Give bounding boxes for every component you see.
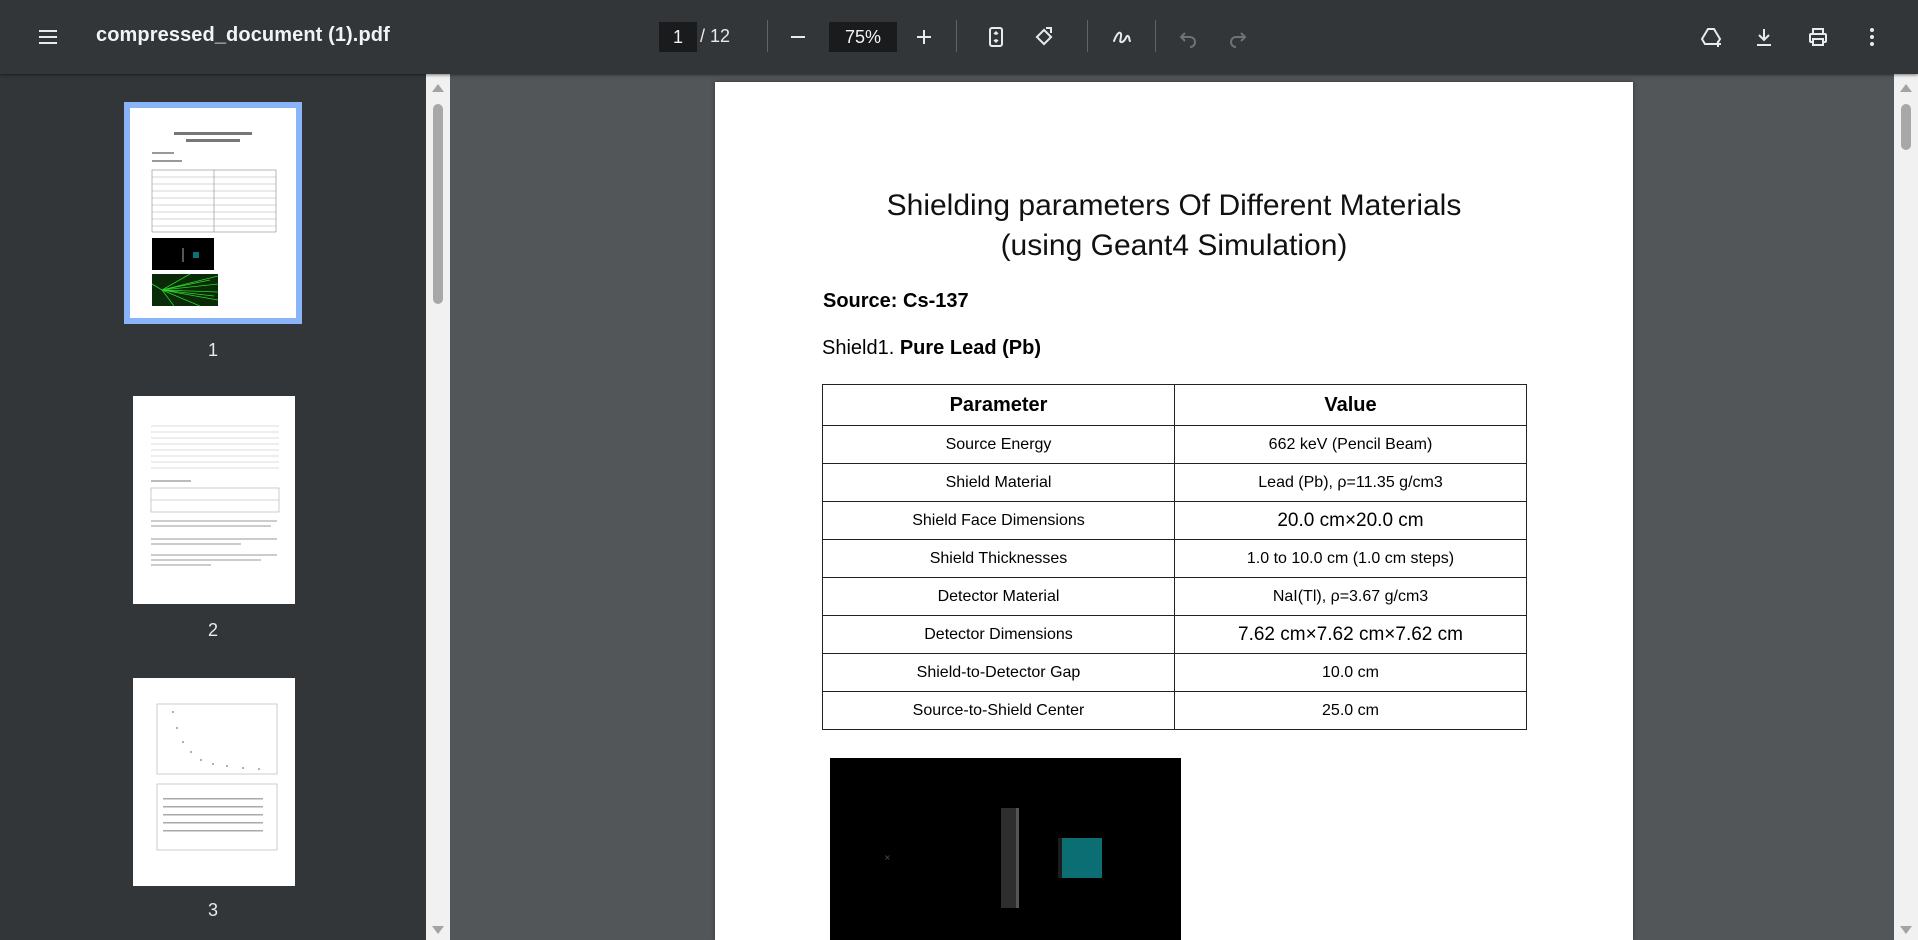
document-title: compressed_document (1).pdf <box>96 24 390 46</box>
thumbnail-2-preview <box>150 425 280 566</box>
page-title-line-2: (using Geant4 Simulation) <box>1000 229 1348 262</box>
table-cell: Source Energy <box>822 425 1175 464</box>
parameter-table: Parameter Value Source Energy 662 keV (Pe… <box>822 384 1527 730</box>
table-row: Shield Material Lead (Pb), ρ=11.35 g/cm3 <box>822 463 1527 502</box>
geant4-simulation-image: × <box>830 758 1181 940</box>
table-cell: 7.62 cm×7.62 cm×7.62 cm <box>1174 615 1527 654</box>
sidebar-scrollbar[interactable] <box>426 74 450 940</box>
redo-icon[interactable] <box>1218 17 1258 57</box>
fit-page-icon[interactable] <box>976 17 1016 57</box>
download-icon[interactable] <box>1744 17 1784 57</box>
page-number-input[interactable] <box>659 22 697 52</box>
table-cell: 1.0 to 10.0 cm (1.0 cm steps) <box>1174 539 1527 578</box>
draw-icon[interactable] <box>1102 17 1142 57</box>
scroll-up-arrow-icon[interactable] <box>1900 84 1912 92</box>
page-title-line-1: Shielding parameters Of Different Materi… <box>886 189 1462 222</box>
sidebar-scrollbar-thumb[interactable] <box>433 104 443 304</box>
page-title: Shielding parameters Of Different Materi… <box>715 186 1633 266</box>
table-row: Detector Material NaI(Tl), ρ=3.67 g/cm3 <box>822 577 1527 616</box>
toolbar: compressed_document (1).pdf / 12 <box>0 0 1918 74</box>
scroll-down-arrow-icon[interactable] <box>1900 926 1912 934</box>
table-cell: Shield Material <box>822 463 1175 502</box>
table-cell: Shield-to-Detector Gap <box>822 653 1175 692</box>
toolbar-divider <box>1155 20 1156 52</box>
simulation-geometry-graphic: × <box>830 758 1181 940</box>
toolbar-divider <box>1087 20 1088 52</box>
table-row: Source Energy 662 keV (Pencil Beam) <box>822 425 1527 464</box>
table-cell: Shield Face Dimensions <box>822 501 1175 540</box>
table-row: Shield Thicknesses 1.0 to 10.0 cm (1.0 cm… <box>822 539 1527 578</box>
table-cell: 25.0 cm <box>1174 691 1527 730</box>
viewer-scrollbar[interactable] <box>1894 74 1918 940</box>
scroll-down-arrow-icon[interactable] <box>432 926 444 934</box>
more-vert-icon[interactable] <box>1852 17 1892 57</box>
table-header-cell: Parameter <box>822 384 1175 426</box>
table-cell: Detector Material <box>822 577 1175 616</box>
table-row: Shield Face Dimensions 20.0 cm×20.0 cm <box>822 501 1527 540</box>
table-cell: 20.0 cm×20.0 cm <box>1174 501 1527 540</box>
shield-prefix: Shield1. <box>822 337 900 359</box>
shield-name: Pure Lead (Pb) <box>899 337 1041 359</box>
table-row: Shield-to-Detector Gap 10.0 cm <box>822 653 1527 692</box>
table-cell: 662 keV (Pencil Beam) <box>1174 425 1527 464</box>
table-cell: NaI(Tl), ρ=3.67 g/cm3 <box>1174 577 1527 616</box>
zoom-input[interactable] <box>829 22 897 52</box>
table-cell: Lead (Pb), ρ=11.35 g/cm3 <box>1174 463 1527 502</box>
thumbnail-number-1: 1 <box>207 340 218 360</box>
thumbnail-1-preview <box>151 132 277 307</box>
undo-icon[interactable] <box>1168 17 1208 57</box>
toolbar-divider <box>956 20 957 52</box>
svg-text:×: × <box>884 853 891 862</box>
table-cell: Source-to-Shield Center <box>822 691 1175 730</box>
zoom-out-icon[interactable] <box>778 17 818 57</box>
viewer-scrollbar-thumb[interactable] <box>1901 104 1911 150</box>
table-row: Detector Dimensions 7.62 cm×7.62 cm×7.62 … <box>822 615 1527 654</box>
shield-heading: Shield1. Pure Lead (Pb) <box>822 337 1041 360</box>
source-label: Source: Cs-137 <box>823 290 969 312</box>
thumbnail-sidebar: 1 2 3 <box>0 74 426 940</box>
table-header-row: Parameter Value <box>822 384 1527 426</box>
page-thumbnail-2[interactable] <box>133 396 295 604</box>
toolbar-divider <box>767 20 768 52</box>
table-header-cell: Value <box>1174 384 1527 426</box>
menu-icon[interactable] <box>28 17 68 57</box>
page-thumbnail-1[interactable] <box>124 102 302 324</box>
page-total: / 12 <box>700 26 731 46</box>
table-cell: Shield Thicknesses <box>822 539 1175 578</box>
scroll-up-arrow-icon[interactable] <box>432 84 444 92</box>
print-icon[interactable] <box>1798 17 1838 57</box>
rotate-icon[interactable] <box>1024 17 1064 57</box>
zoom-in-icon[interactable] <box>904 17 944 57</box>
table-cell: 10.0 cm <box>1174 653 1527 692</box>
pdf-page: Shielding parameters Of Different Materi… <box>715 82 1633 940</box>
table-cell: Detector Dimensions <box>822 615 1175 654</box>
drive-save-icon[interactable] <box>1691 17 1731 57</box>
thumbnail-number-2: 2 <box>207 620 218 640</box>
thumbnail-3-preview <box>156 703 278 851</box>
thumbnail-number-3: 3 <box>207 900 218 920</box>
table-row: Source-to-Shield Center 25.0 cm <box>822 691 1527 730</box>
page-thumbnail-3[interactable] <box>133 678 295 886</box>
